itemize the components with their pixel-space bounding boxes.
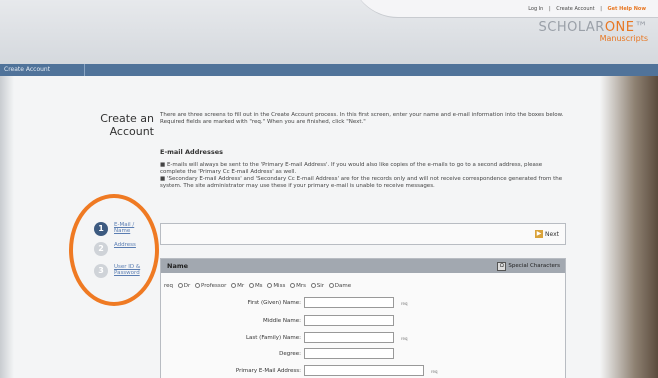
req-marker: req <box>431 369 438 374</box>
middle-name-row: Middle Name: <box>161 315 565 327</box>
login-link[interactable]: Log In <box>528 6 543 12</box>
last-name-label: Last (Family) Name: <box>245 335 301 341</box>
top-links: Log In | Create Account | Get Help Now <box>526 6 648 12</box>
scholarone-logo: SCHOLARONE™ Manuscripts <box>539 20 648 43</box>
radio-label: Professor <box>201 283 227 289</box>
get-help-link[interactable]: Get Help Now <box>608 6 646 12</box>
radio-mr[interactable] <box>231 283 237 288</box>
next-label: Next <box>545 230 559 238</box>
middle-name-input[interactable] <box>304 315 394 326</box>
req-marker: req <box>401 336 408 341</box>
next-button[interactable]: ▶ Next <box>535 230 559 238</box>
radio-mrs[interactable] <box>290 283 296 288</box>
degree-row: Degree: <box>161 348 565 360</box>
create-account-link[interactable]: Create Account <box>556 6 594 12</box>
primary-email-row: Primary E-Mail Address: req <box>161 365 565 377</box>
radio-professor[interactable] <box>195 283 201 288</box>
radio-dr[interactable] <box>177 283 183 288</box>
radio-miss[interactable] <box>267 283 273 288</box>
link-separator: | <box>600 6 602 12</box>
logo-main: SCHOLAR <box>538 20 605 35</box>
logo-sub: Manuscripts <box>599 34 648 43</box>
annotation-circle <box>69 194 159 306</box>
bullet-item: ■ 'Secondary E-mail Address' and 'Second… <box>160 176 563 189</box>
first-name-label: First (Given) Name: <box>247 300 301 306</box>
intro-text: There are three screens to fill out in t… <box>160 112 564 125</box>
email-bullets: ■ E-mails will always be sent to the 'Pr… <box>160 162 565 190</box>
special-characters-button[interactable]: Ω Special Characters <box>497 261 560 271</box>
page: Log In | Create Account | Get Help Now S… <box>0 0 658 378</box>
left-shade <box>0 76 14 378</box>
email-section-heading: E-mail Addresses <box>160 148 223 156</box>
radio-dame[interactable] <box>328 283 334 288</box>
last-name-input[interactable] <box>304 332 394 343</box>
logo-tm: ™ <box>634 20 648 35</box>
next-arrow-icon: ▶ <box>535 230 544 238</box>
req-marker: req <box>401 301 408 306</box>
title-radio-group: req Dr Professor Mr Ms Miss Mrs Sir Dame <box>164 283 351 289</box>
breadcrumb: Create Account <box>4 66 51 73</box>
logo-accent: ONE <box>604 20 635 35</box>
primary-email-label: Primary E-Mail Address: <box>235 368 301 374</box>
bullet-item: ■ E-mails will always be sent to the 'Pr… <box>160 162 543 175</box>
radio-label: Mrs <box>296 283 306 289</box>
first-name-row: First (Given) Name: req <box>161 297 565 309</box>
radio-label: Sir <box>316 283 324 289</box>
primary-email-input[interactable] <box>304 365 424 376</box>
page-title: Create an Account <box>100 112 154 138</box>
radio-label: Mr <box>237 283 245 289</box>
degree-input[interactable] <box>304 348 394 359</box>
special-characters-icon: Ω <box>497 261 507 271</box>
link-separator: | <box>548 6 551 12</box>
radio-label: Dame <box>334 283 352 289</box>
middle-name-label: Middle Name: <box>263 318 301 324</box>
radio-label: Dr <box>183 283 191 289</box>
radio-sir[interactable] <box>310 283 316 288</box>
radio-ms[interactable] <box>248 283 254 288</box>
header: Log In | Create Account | Get Help Now S… <box>0 0 658 66</box>
breadcrumb-bar: Create Account <box>0 64 658 76</box>
req-marker: req <box>164 283 174 289</box>
last-name-row: Last (Family) Name: req <box>161 332 565 344</box>
degree-label: Degree: <box>279 351 301 357</box>
radio-label: Ms <box>254 283 263 289</box>
background-photo <box>600 76 658 378</box>
bar-divider <box>84 64 85 76</box>
name-panel-header: Name Ω Special Characters <box>161 259 565 273</box>
first-name-input[interactable] <box>304 297 394 308</box>
radio-label: Miss <box>273 283 286 289</box>
name-panel: Name Ω Special Characters req Dr Profess… <box>160 258 566 378</box>
special-characters-label: Special Characters <box>508 263 560 269</box>
next-box: ▶ Next <box>160 223 566 245</box>
name-heading: Name <box>167 262 189 270</box>
